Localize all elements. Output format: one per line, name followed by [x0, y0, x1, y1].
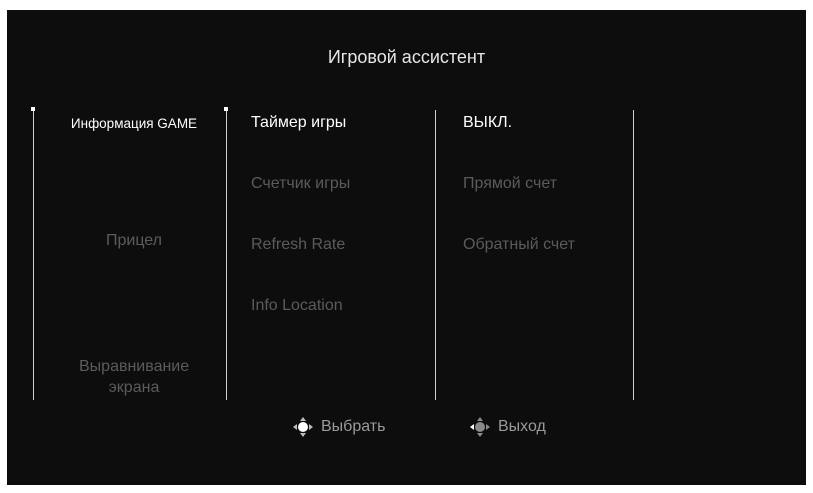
column-divider: [33, 110, 34, 400]
select-hint-label: Выбрать: [321, 418, 386, 435]
selection-marker: [224, 107, 228, 111]
column-divider: [435, 110, 436, 400]
exit-hint-label: Выход: [498, 418, 546, 435]
option-off[interactable]: ВЫКЛ.: [463, 114, 512, 132]
column-divider: [633, 110, 634, 400]
menu-item-game-info[interactable]: Информация GAME: [34, 116, 234, 131]
submenu-item-game-counter[interactable]: Счетчик игры: [251, 175, 350, 193]
exit-hint: Выход: [468, 415, 546, 439]
joystick-icon: [293, 417, 313, 437]
option-count-down[interactable]: Обратный счет: [463, 236, 575, 254]
submenu-item-refresh-rate[interactable]: Refresh Rate: [251, 236, 345, 254]
menu-item-crosshair[interactable]: Прицел: [34, 232, 234, 250]
submenu-item-info-location[interactable]: Info Location: [251, 297, 343, 315]
osd-title: Игровой ассистент: [327, 47, 486, 67]
joystick-left-icon: [470, 417, 490, 437]
select-hint: Выбрать: [291, 415, 385, 439]
osd-panel: Игровой ассистент Информация GAME Прицел…: [7, 10, 806, 485]
selection-marker: [31, 107, 35, 111]
option-count-up[interactable]: Прямой счет: [463, 175, 557, 193]
menu-item-screen-alignment[interactable]: Выравнивание экрана: [79, 356, 189, 398]
submenu-item-game-timer[interactable]: Таймер игры: [251, 114, 346, 132]
column-divider: [226, 110, 227, 400]
